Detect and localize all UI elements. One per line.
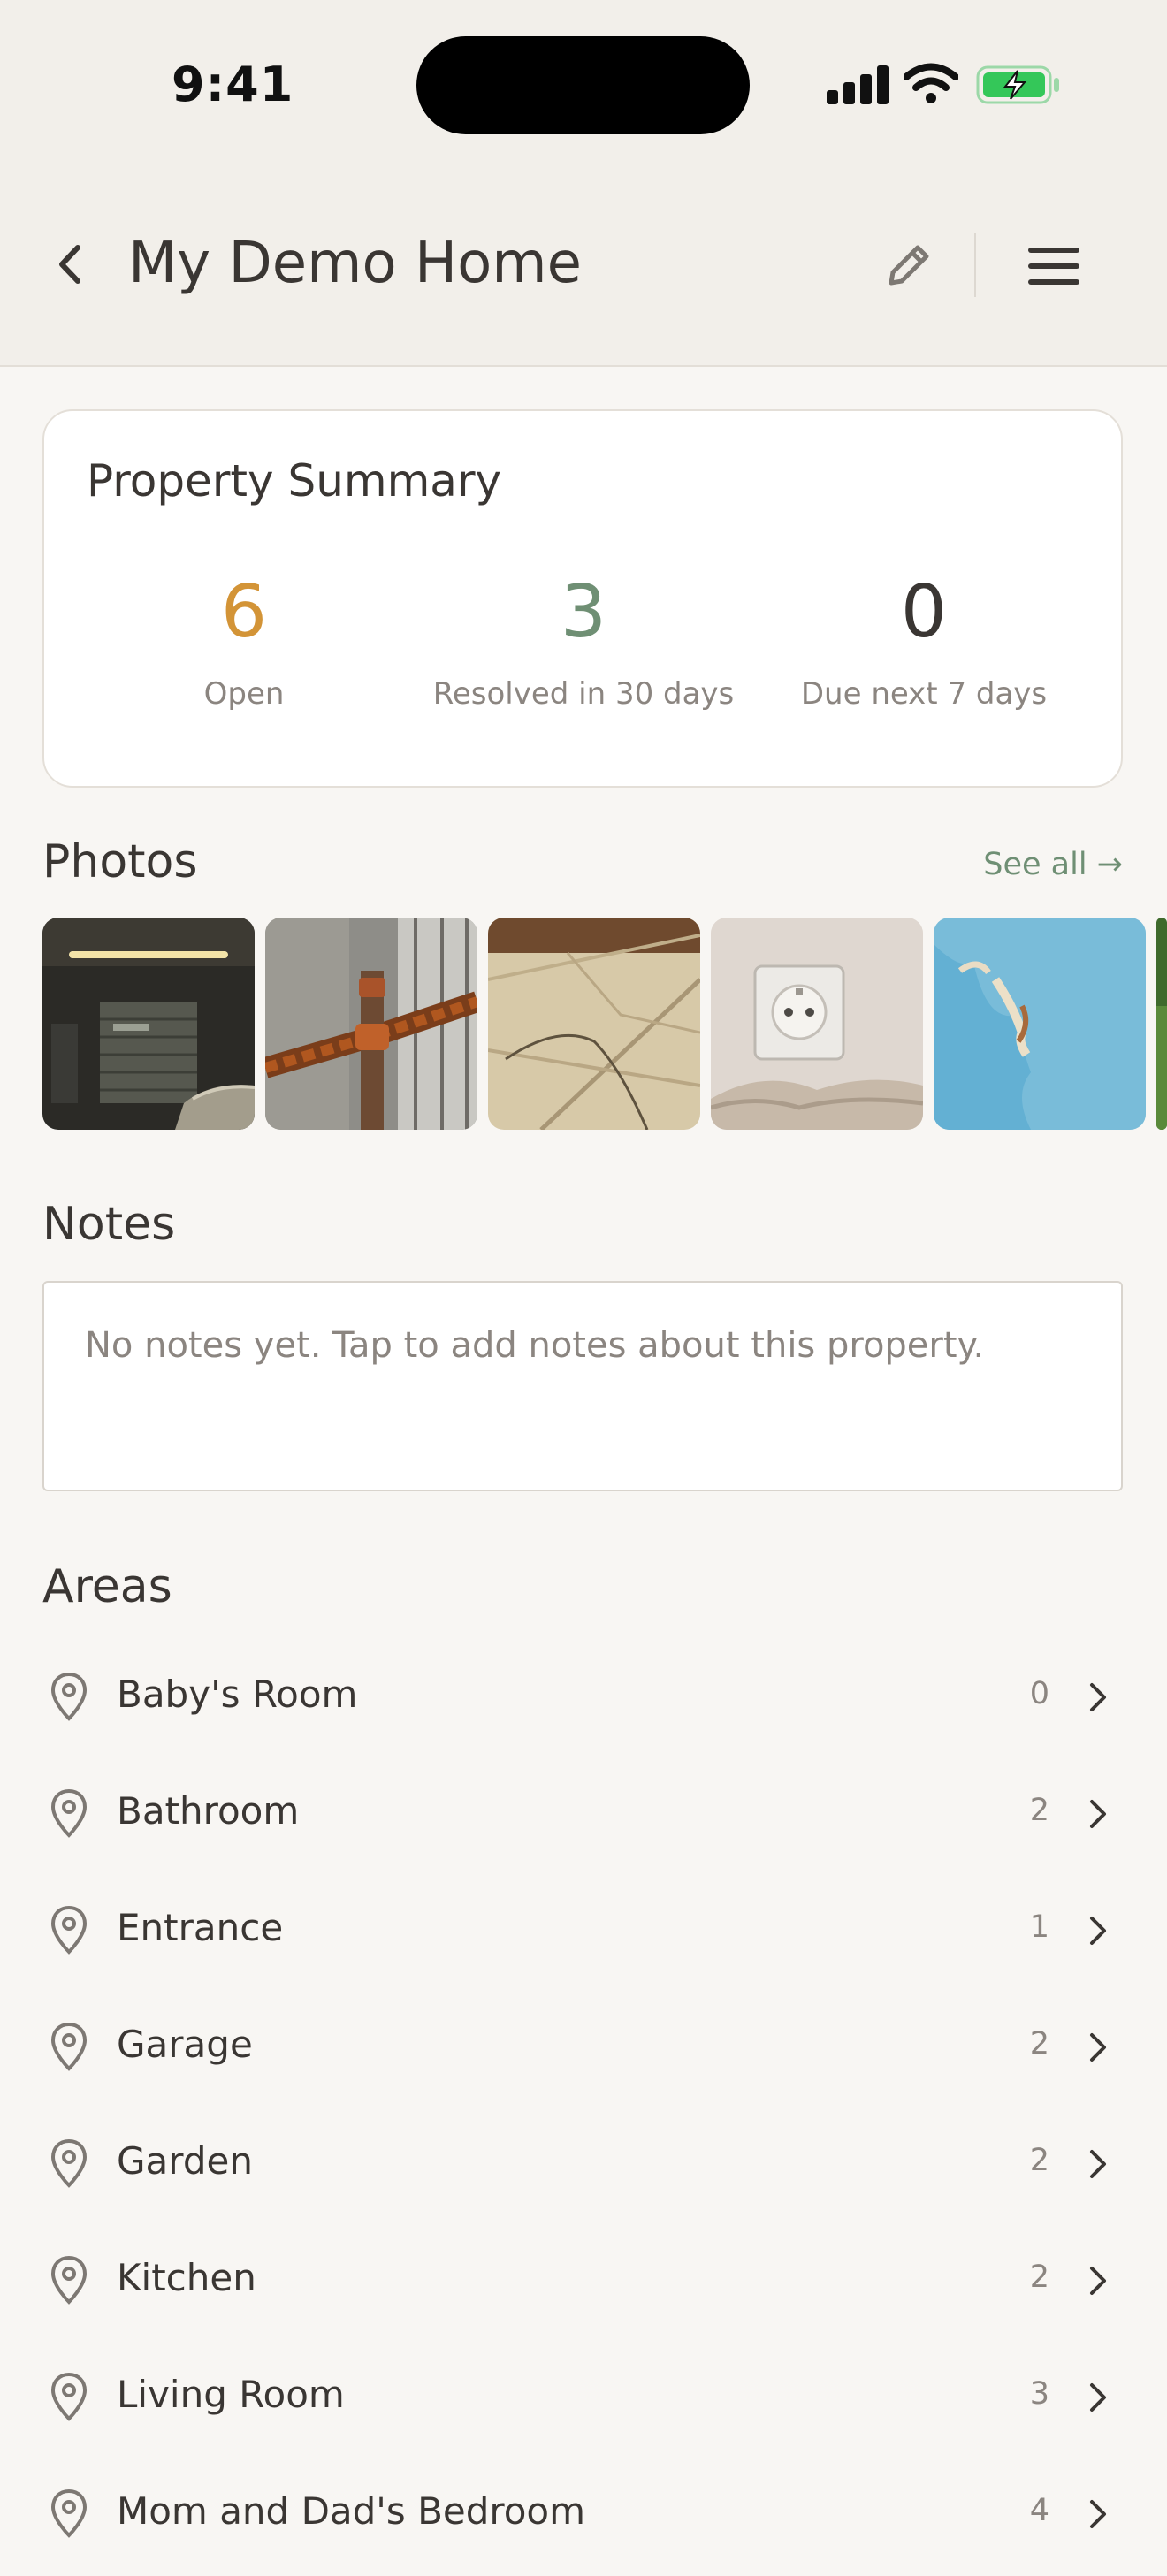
location-pin-icon: [50, 2255, 88, 2305]
location-pin-icon: [50, 1905, 88, 1955]
dynamic-island: [416, 36, 750, 134]
wifi-icon: [904, 63, 958, 103]
stat-resolved[interactable]: 3 Resolved in 30 days: [416, 570, 751, 712]
notes-placeholder: No notes yet. Tap to add notes about thi…: [85, 1325, 985, 1366]
location-pin-icon: [50, 1672, 88, 1721]
notes-title: Notes: [42, 1198, 176, 1251]
chevron-right-icon: [1090, 2267, 1106, 2295]
chevron-right-icon: [1090, 1917, 1106, 1945]
cracked-tile-photo[interactable]: [488, 918, 700, 1130]
location-pin-icon: [50, 2022, 88, 2071]
stat-open-value: 6: [220, 570, 268, 654]
stat-due[interactable]: 0 Due next 7 days: [756, 570, 1092, 712]
property-summary-card: Property Summary 6 Open 3 Resolved in 30…: [42, 409, 1123, 788]
header-divider: [974, 233, 976, 297]
area-row-bathroom[interactable]: Bathroom 2: [0, 1759, 1167, 1876]
areas-title: Areas: [42, 1560, 172, 1613]
area-name: Living Room: [117, 2373, 345, 2416]
garden-photo[interactable]: [1156, 918, 1167, 1130]
page-title: My Demo Home: [128, 231, 582, 296]
chevron-right-icon: [1090, 2383, 1106, 2412]
chevron-right-icon: [1090, 2150, 1106, 2178]
area-count: 2: [1029, 2026, 1049, 2062]
stat-open-label: Open: [203, 676, 285, 712]
area-row-babys-room[interactable]: Baby's Room 0: [0, 1642, 1167, 1759]
pencil-icon[interactable]: [884, 239, 935, 290]
area-name: Bathroom: [117, 1789, 300, 1833]
summary-title: Property Summary: [87, 455, 502, 507]
hamburger-menu-icon[interactable]: [1028, 248, 1081, 285]
status-time: 9:41: [172, 57, 294, 112]
area-count: 2: [1029, 1793, 1049, 1828]
area-count: 1: [1029, 1909, 1049, 1945]
area-count: 0: [1029, 1676, 1049, 1711]
see-all-photos-link[interactable]: See all →: [983, 847, 1123, 882]
stat-due-value: 0: [900, 570, 948, 654]
notes-field[interactable]: No notes yet. Tap to add notes about thi…: [42, 1281, 1123, 1491]
chevron-right-icon: [1090, 1683, 1106, 1711]
area-count: 3: [1029, 2376, 1049, 2412]
location-pin-icon: [50, 2372, 88, 2421]
rusty-pipe-photo[interactable]: [265, 918, 477, 1130]
area-name: Entrance: [117, 1906, 284, 1949]
wall-socket-photo[interactable]: [711, 918, 923, 1130]
area-name: Kitchen: [117, 2256, 256, 2299]
location-pin-icon: [50, 2138, 88, 2188]
area-row-kitchen[interactable]: Kitchen 2: [0, 2226, 1167, 2343]
area-name: Garage: [117, 2023, 253, 2066]
chevron-right-icon: [1090, 2500, 1106, 2528]
area-count: 2: [1029, 2260, 1049, 2295]
location-pin-icon: [50, 2488, 88, 2538]
photos-title: Photos: [42, 835, 198, 888]
garage-photo[interactable]: [42, 918, 255, 1130]
back-chevron-icon[interactable]: [50, 237, 92, 292]
battery-charging-icon: [976, 65, 1059, 104]
area-row-garage[interactable]: Garage 2: [0, 1993, 1167, 2109]
top-bar: 9:41 My Demo Home: [0, 0, 1167, 367]
area-row-mom-and-dads-bedroom[interactable]: Mom and Dad's Bedroom 4: [0, 2459, 1167, 2576]
area-count: 4: [1029, 2493, 1049, 2528]
peeling-paint-photo[interactable]: [934, 918, 1146, 1130]
stat-resolved-label: Resolved in 30 days: [432, 676, 735, 712]
area-row-living-room[interactable]: Living Room 3: [0, 2343, 1167, 2459]
chevron-right-icon: [1090, 2033, 1106, 2062]
signal-icon: [827, 64, 889, 104]
area-count: 2: [1029, 2143, 1049, 2178]
area-row-entrance[interactable]: Entrance 1: [0, 1876, 1167, 1993]
chevron-right-icon: [1090, 1800, 1106, 1828]
location-pin-icon: [50, 1788, 88, 1838]
stat-resolved-value: 3: [560, 570, 607, 654]
stat-due-label: Due next 7 days: [800, 676, 1048, 712]
area-row-garden[interactable]: Garden 2: [0, 2109, 1167, 2226]
stat-open[interactable]: 6 Open: [76, 570, 412, 712]
area-name: Baby's Room: [117, 1673, 358, 1716]
area-name: Garden: [117, 2139, 253, 2183]
area-name: Mom and Dad's Bedroom: [117, 2489, 586, 2533]
